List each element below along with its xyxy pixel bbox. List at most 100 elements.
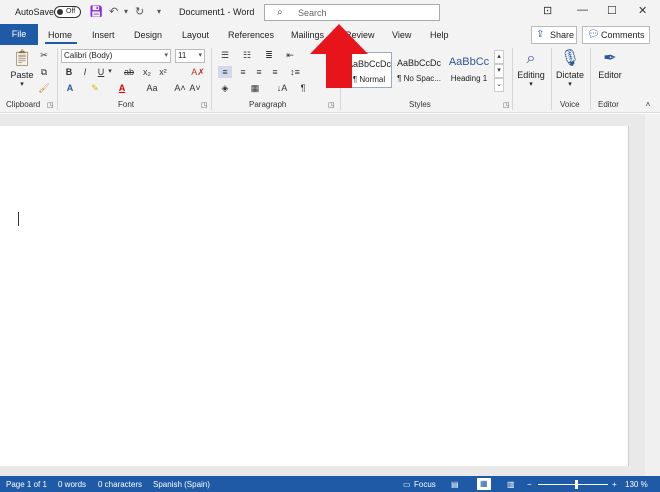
page-count[interactable]: Page 1 of 1: [6, 480, 47, 489]
paragraph-launcher-icon[interactable]: ◳: [328, 101, 335, 109]
save-icon[interactable]: 💾︎: [89, 5, 103, 19]
sort-icon[interactable]: ↓A: [276, 82, 288, 94]
strikethrough-icon[interactable]: ab: [122, 66, 136, 78]
style-name: Heading 1: [450, 74, 488, 83]
microphone-icon: 🎙︎: [559, 50, 581, 67]
close-icon[interactable]: ✕: [638, 4, 647, 17]
print-layout-icon[interactable]: ▦: [477, 478, 491, 490]
italic-icon[interactable]: I: [79, 66, 91, 78]
bullets-icon[interactable]: ☰: [218, 49, 232, 61]
document-page[interactable]: [0, 126, 629, 466]
comments-button[interactable]: 💬︎ Comments: [582, 26, 650, 44]
tab-view[interactable]: View: [392, 30, 411, 40]
font-launcher-icon[interactable]: ◳: [201, 101, 208, 109]
style-heading-1[interactable]: AaBbCc Heading 1: [446, 52, 492, 88]
tab-references[interactable]: References: [228, 30, 274, 40]
shading-icon[interactable]: ◈: [218, 82, 232, 94]
focus-button[interactable]: Focus: [414, 480, 436, 489]
vertical-scrollbar[interactable]: [645, 114, 660, 476]
read-mode-icon[interactable]: ▤: [451, 480, 459, 489]
font-size-value: 11: [178, 51, 187, 60]
align-right-icon[interactable]: ≡: [252, 66, 266, 78]
clipboard-launcher-icon[interactable]: ◳: [47, 101, 54, 109]
word-count[interactable]: 0 words: [58, 480, 86, 489]
justify-icon[interactable]: ≡: [268, 66, 282, 78]
paste-label: Paste: [10, 70, 34, 80]
text-effects-icon[interactable]: A: [63, 82, 77, 94]
zoom-out-icon[interactable]: −: [527, 480, 532, 489]
multilevel-list-icon[interactable]: ≣: [262, 49, 276, 61]
share-button[interactable]: ⇪ Share: [531, 26, 577, 44]
redo-icon[interactable]: ↻: [135, 5, 144, 19]
borders-icon[interactable]: ▦: [248, 82, 262, 94]
active-tab-indicator: [45, 42, 77, 44]
editor-button[interactable]: ✒ Editor: [594, 48, 626, 80]
autosave-toggle[interactable]: Off: [54, 6, 81, 18]
web-layout-icon[interactable]: ▥: [507, 480, 515, 489]
toggle-knob: [57, 9, 63, 15]
group-label-clipboard: Clipboard: [6, 100, 41, 109]
styles-scroll-up-icon[interactable]: ▴: [494, 50, 504, 64]
collapse-ribbon-icon[interactable]: ˄: [642, 99, 654, 111]
minimize-icon[interactable]: —: [577, 4, 588, 16]
format-painter-icon[interactable]: 🖌︎: [38, 82, 50, 94]
word-window: AutoSave Off 💾︎ ↶ ▾ ↻ ▾ Document1 - Word…: [0, 0, 660, 492]
dictate-label: Dictate: [555, 70, 584, 80]
group-label-font: Font: [118, 100, 135, 109]
zoom-slider-track[interactable]: [538, 484, 608, 485]
tab-file[interactable]: File: [0, 24, 38, 45]
numbering-icon[interactable]: ☷: [240, 49, 254, 61]
editing-button[interactable]: ⌕ Editing ▾: [515, 48, 547, 88]
chevron-down-icon: ▾: [568, 81, 572, 88]
subscript-icon[interactable]: x₂: [141, 66, 153, 78]
undo-icon[interactable]: ↶: [109, 5, 118, 19]
customize-toolbar-icon[interactable]: ▾: [157, 5, 161, 19]
shrink-font-icon[interactable]: A˅: [189, 82, 201, 94]
style-sample: AaBbCc: [448, 56, 490, 68]
styles-launcher-icon[interactable]: ◳: [503, 101, 510, 109]
maximize-icon[interactable]: ☐: [607, 4, 617, 17]
copy-icon[interactable]: ⧉: [38, 66, 50, 78]
character-count[interactable]: 0 characters: [98, 480, 142, 489]
tab-home[interactable]: Home: [48, 30, 72, 40]
style-no-spacing[interactable]: AaBbCcDc ¶ No Spac...: [395, 52, 443, 88]
group-separator: [512, 48, 513, 110]
search-box[interactable]: ⌕ Search: [264, 4, 440, 21]
clear-formatting-icon[interactable]: A✗: [191, 66, 205, 78]
styles-scroll-down-icon[interactable]: ▾: [494, 64, 504, 78]
underline-dropdown-icon[interactable]: ▾: [106, 66, 114, 78]
zoom-level[interactable]: 130 %: [625, 480, 648, 489]
tab-help[interactable]: Help: [430, 30, 449, 40]
ribbon-display-icon[interactable]: ⊡: [543, 4, 552, 17]
superscript-icon[interactable]: x²: [157, 66, 169, 78]
font-name-combo[interactable]: Calibri (Body) ▾: [61, 49, 171, 63]
styles-more-icon[interactable]: ⌄: [494, 78, 504, 92]
tab-insert[interactable]: Insert: [92, 30, 115, 40]
search-icon: ⌕: [277, 7, 283, 18]
zoom-in-icon[interactable]: +: [612, 480, 617, 489]
autosave-state: Off: [66, 8, 76, 15]
tab-layout[interactable]: Layout: [182, 30, 209, 40]
zoom-slider-thumb[interactable]: [575, 480, 578, 489]
search-icon: ⌕: [526, 50, 536, 67]
language-indicator[interactable]: Spanish (Spain): [153, 480, 210, 489]
font-size-combo[interactable]: 11 ▾: [175, 49, 205, 63]
tab-design[interactable]: Design: [134, 30, 162, 40]
line-spacing-icon[interactable]: ↕≡: [288, 66, 302, 78]
change-case-icon[interactable]: Aa: [143, 82, 161, 94]
search-placeholder: Search: [298, 8, 327, 18]
style-name: ¶ No Spac...: [397, 74, 441, 83]
font-color-icon[interactable]: A: [115, 82, 129, 94]
comments-label: Comments: [601, 30, 645, 40]
dictate-button[interactable]: 🎙︎ Dictate ▾: [554, 48, 586, 88]
highlight-icon[interactable]: ✎: [88, 82, 102, 94]
editor-pen-icon: ✒: [603, 50, 617, 67]
paste-button[interactable]: 📋︎ Paste ▾: [8, 48, 36, 88]
undo-dropdown-icon[interactable]: ▾: [124, 5, 128, 19]
bold-icon[interactable]: B: [63, 66, 75, 78]
decrease-indent-icon[interactable]: ⇤: [283, 49, 297, 61]
cut-icon[interactable]: ✂: [38, 49, 50, 61]
align-center-icon[interactable]: ≡: [236, 66, 250, 78]
align-left-icon[interactable]: ≡: [218, 66, 232, 78]
grow-font-icon[interactable]: A˄: [174, 82, 186, 94]
